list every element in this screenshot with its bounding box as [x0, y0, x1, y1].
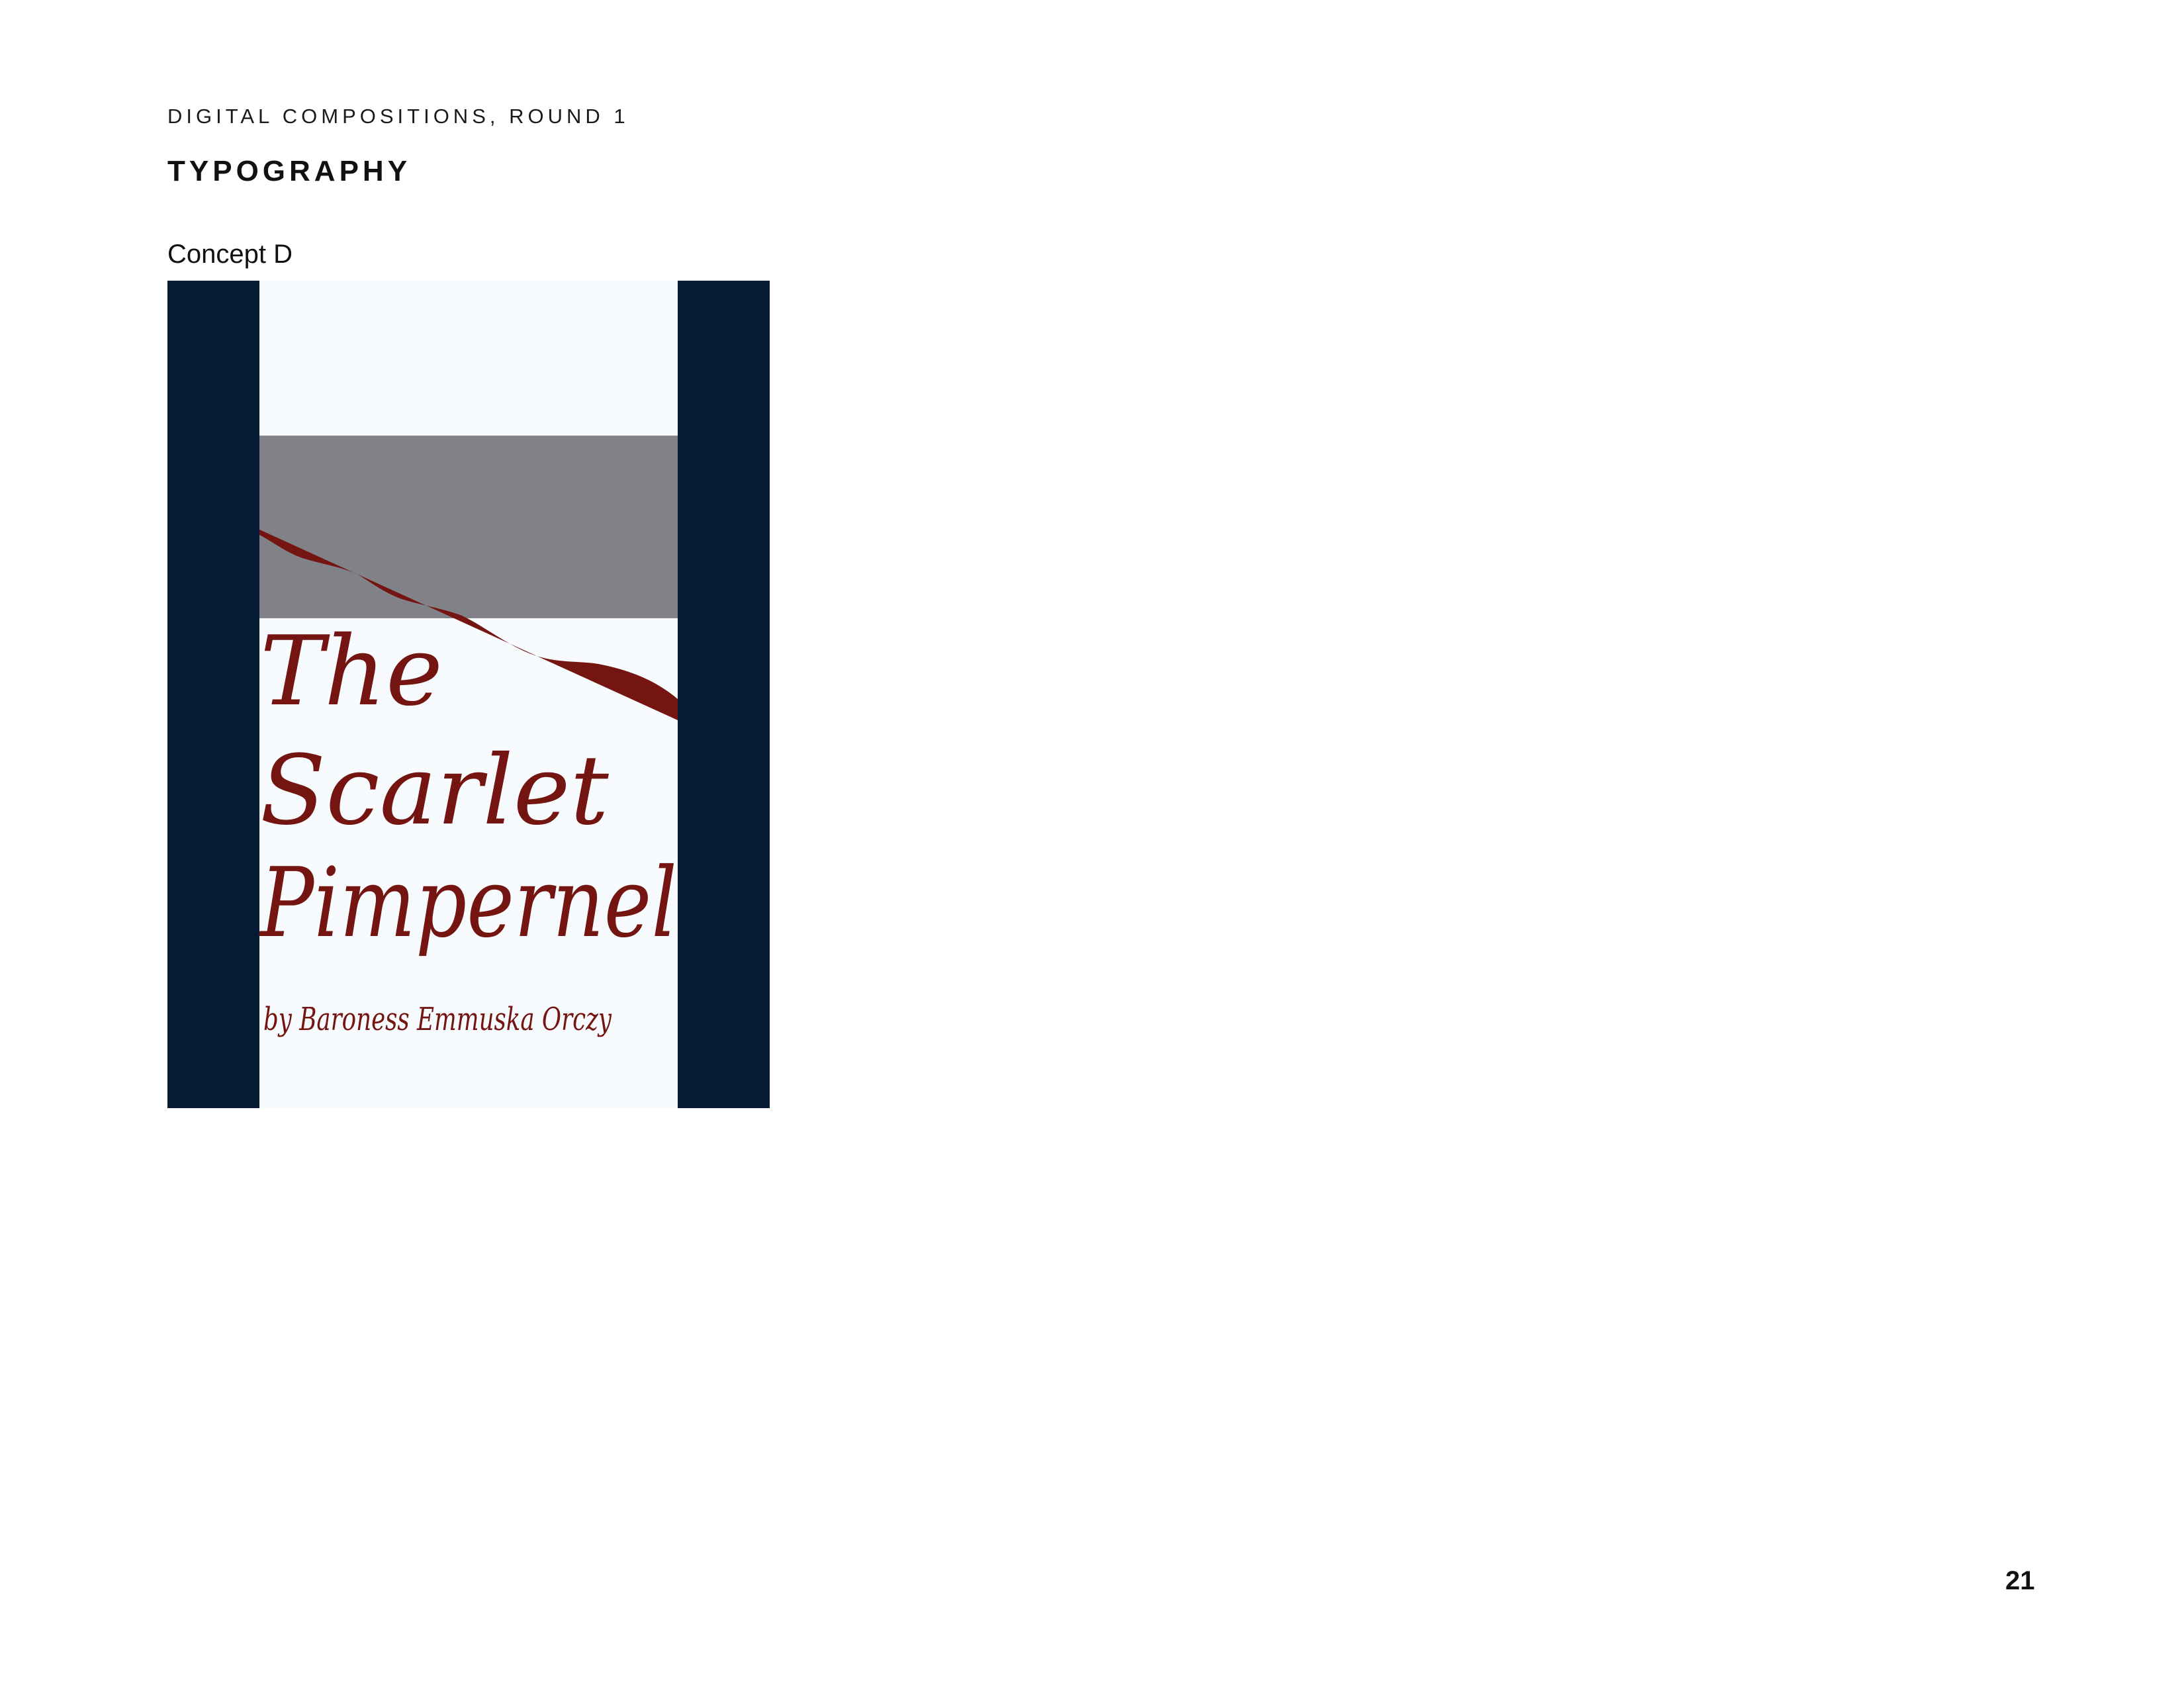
cover-title-line-3: Pimpernel	[258, 847, 677, 959]
book-cover-artwork: The Scarlet Pimpernel by Baroness Emmusk…	[167, 281, 770, 1108]
cover-title-line-1: The	[260, 616, 443, 727]
section-title: TYPOGRAPHY	[167, 155, 412, 187]
cover-byline: by Baroness Emmuska Orczy	[263, 1001, 612, 1038]
cover-left-panel	[167, 281, 259, 1108]
concept-label: Concept D	[167, 240, 293, 269]
page-number: 21	[2005, 1566, 2035, 1595]
cover-gray-block	[259, 436, 678, 618]
section-label: DIGITAL COMPOSITIONS, ROUND 1	[167, 105, 629, 128]
cover-title-line-2: Scarlet	[260, 735, 609, 847]
cover-right-panel	[678, 281, 770, 1108]
book-cover-comp: The Scarlet Pimpernel by Baroness Emmusk…	[167, 281, 770, 1108]
